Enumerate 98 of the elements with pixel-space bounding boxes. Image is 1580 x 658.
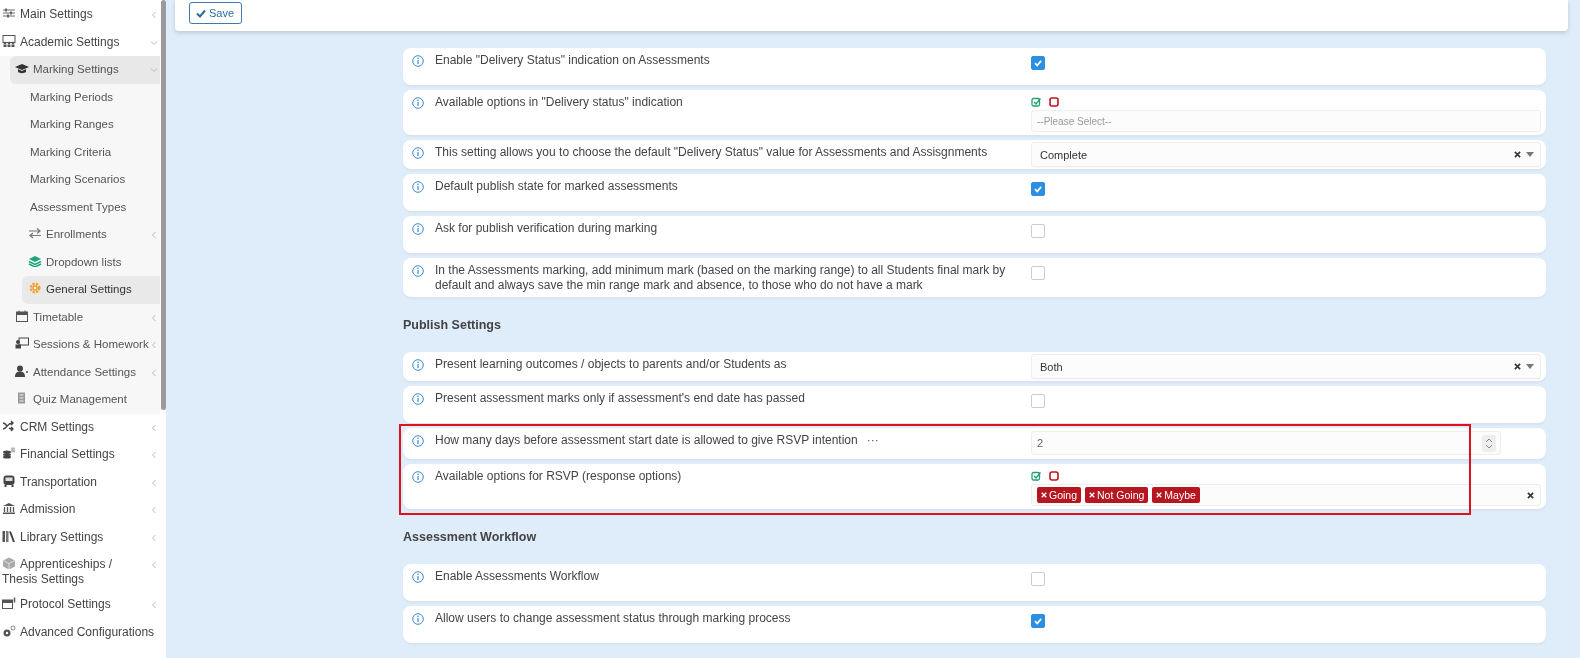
sidebar-item[interactable]: Transportation — [0, 468, 160, 496]
info-icon[interactable] — [412, 147, 424, 159]
checkbox[interactable] — [1031, 394, 1045, 408]
checkbox[interactable] — [1031, 572, 1045, 586]
option-tag[interactable]: Not Going — [1085, 487, 1149, 503]
option-tag[interactable]: Maybe — [1152, 487, 1200, 503]
setting-label: Allow users to change assessment status through marking process — [435, 611, 791, 625]
section-heading: Assessment Workflow — [403, 529, 538, 546]
sidebar-item[interactable]: Quiz Management — [0, 386, 160, 414]
checkbox[interactable] — [1031, 224, 1045, 238]
sidebar-item[interactable]: Advanced Configurations — [0, 618, 160, 646]
checkmark-icon — [1032, 57, 1044, 69]
checkmark-icon — [1032, 615, 1044, 627]
sidebar-item[interactable]: Marking Periods — [0, 83, 160, 111]
sidebar-item[interactable]: Marking Settings — [10, 56, 160, 84]
swap-arrows-icon — [28, 227, 42, 239]
remove-icon[interactable] — [1156, 492, 1163, 498]
select-all-icon[interactable] — [1031, 97, 1041, 107]
info-icon[interactable] — [412, 393, 424, 405]
multi-select-field[interactable]: Going Not Going Maybe — [1031, 484, 1541, 506]
shuffle-icon — [2, 419, 16, 432]
dropdown[interactable]: Complete — [1031, 142, 1541, 167]
cube-icon — [2, 557, 16, 569]
setting-label: How many days before assessment start date is allowed to give RSVP intention — [435, 433, 858, 447]
sidebar-item[interactable]: Marking Scenarios — [0, 166, 160, 194]
setting-label: Enable "Delivery Status" indication on Assessments — [435, 53, 710, 67]
sidebar-item[interactable]: Apprenticeships / Thesis Settings — [0, 551, 160, 591]
setting-label: In the Assessments marking, add minimum mark (based on the marking range) to all Students final mark by default and always save the min range mark and absence, to those who do not have a mark — [435, 263, 1006, 292]
scrollbar[interactable] — [161, 0, 166, 410]
caret-icon[interactable] — [1526, 364, 1534, 369]
info-icon[interactable] — [412, 359, 424, 371]
setting-label: This setting allows you to choose the default "Delivery Status" value for Assessments and Assisgnments — [435, 145, 988, 159]
check-icon — [196, 8, 206, 18]
sidebar-item[interactable]: Sessions & Homework — [0, 331, 160, 359]
dropdown[interactable]: Both — [1031, 354, 1541, 379]
books-icon — [2, 529, 16, 542]
calendar-icon — [2, 597, 16, 609]
setting-label: Available options for RSVP (response options) — [435, 469, 682, 483]
info-icon[interactable] — [412, 435, 424, 447]
sliders-icon — [2, 7, 16, 19]
caret-icon[interactable] — [1526, 152, 1534, 157]
info-icon[interactable] — [412, 265, 424, 277]
checkmark-icon — [1032, 183, 1044, 195]
graduation-cap-icon — [15, 62, 29, 74]
save-button[interactable]: Save — [189, 2, 243, 24]
people-icon — [2, 34, 16, 47]
clear-icon[interactable] — [1514, 363, 1521, 370]
sidebar-item[interactable]: Dropdown lists — [0, 248, 160, 276]
info-icon[interactable] — [412, 571, 424, 583]
option-tag[interactable]: Going — [1037, 487, 1082, 503]
sidebar-item[interactable]: CRM Settings — [0, 413, 160, 441]
layers-icon — [28, 254, 42, 267]
setting-label: Ask for publish verification during marking — [435, 221, 658, 235]
sidebar-item[interactable]: Main Settings — [0, 1, 160, 29]
sidebar-item[interactable]: Attendance Settings — [0, 358, 160, 386]
info-icon[interactable] — [412, 613, 424, 625]
bus-icon — [2, 474, 16, 487]
sidebar-item[interactable]: Timetable — [0, 303, 160, 331]
clear-icon[interactable] — [1514, 151, 1521, 158]
info-icon[interactable] — [412, 223, 424, 235]
checkbox[interactable] — [1031, 56, 1045, 70]
presentation-icon — [15, 337, 29, 349]
sidebar-item[interactable]: Admission — [0, 496, 160, 524]
sidebar-item[interactable]: Enrollments — [0, 221, 160, 249]
setting-label: Enable Assessments Workflow — [435, 569, 599, 583]
deselect-all-icon[interactable] — [1049, 97, 1059, 107]
setting-label: Present learning outcomes / objects to parents and/or Students as — [435, 357, 787, 371]
calendar-icon — [15, 309, 29, 322]
user-icon — [15, 364, 29, 377]
setting-label: Present assessment marks only if assessment's end date has passed — [435, 391, 805, 405]
sidebar-item[interactable]: Protocol Settings — [0, 591, 160, 619]
more-icon[interactable]: ··· — [866, 433, 879, 447]
number-field[interactable]: 2 — [1031, 431, 1501, 455]
sidebar-item[interactable]: Marking Criteria — [0, 138, 160, 166]
info-icon[interactable] — [412, 97, 424, 109]
sidebar-item[interactable]: General Settings — [22, 276, 160, 304]
bank-icon — [2, 502, 16, 514]
remove-icon[interactable] — [1041, 492, 1047, 498]
select-all-icon[interactable] — [1031, 471, 1041, 481]
clear-icon[interactable] — [1527, 491, 1534, 499]
checkbox[interactable] — [1031, 614, 1045, 628]
checkbox[interactable] — [1031, 182, 1045, 196]
coins-icon — [2, 447, 16, 459]
checkbox[interactable] — [1031, 266, 1045, 280]
setting-label: Default publish state for marked assessments — [435, 179, 678, 193]
sidebar-item[interactable]: Financial Settings — [0, 441, 160, 469]
info-icon[interactable] — [412, 181, 424, 193]
deselect-all-icon[interactable] — [1049, 471, 1059, 481]
remove-icon[interactable] — [1089, 492, 1096, 498]
info-icon[interactable] — [412, 55, 424, 67]
sidebar-item[interactable]: Marking Ranges — [0, 111, 160, 139]
info-icon[interactable] — [412, 471, 424, 483]
sidebar-item[interactable]: Assessment Types — [0, 193, 160, 221]
gear-icon — [28, 282, 42, 294]
sidebar-item[interactable]: Library Settings — [0, 523, 160, 551]
setting-label: Available options in "Delivery status" indication — [435, 95, 683, 109]
section-heading: Publish Settings — [403, 317, 502, 334]
sidebar-item[interactable]: Academic Settings — [0, 28, 160, 56]
